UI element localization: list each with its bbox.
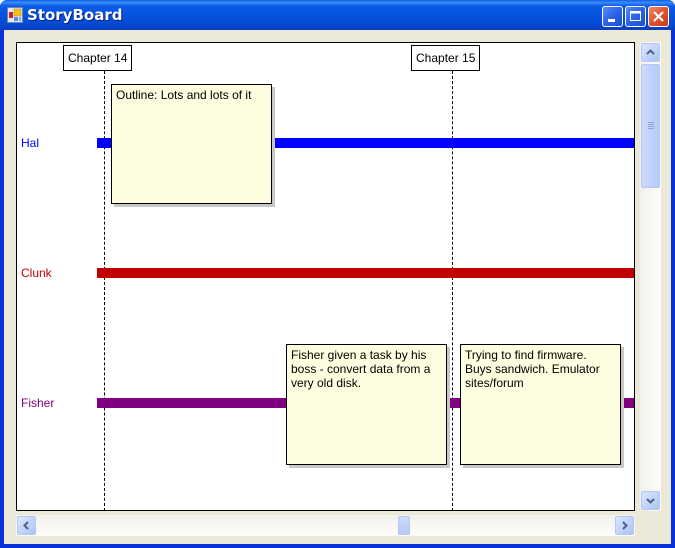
maximize-button[interactable]: [625, 6, 646, 27]
client-area: Chapter 14 Chapter 15 Hal Clunk Fisher O…: [4, 30, 671, 544]
minimize-button[interactable]: [602, 6, 623, 27]
vertical-scroll-thumb[interactable]: [641, 64, 660, 188]
character-label-hal: Hal: [21, 136, 40, 150]
chevron-right-icon: [622, 521, 628, 530]
character-timeline-clunk[interactable]: [97, 268, 634, 278]
storyboard-app-icon: [7, 7, 23, 23]
storyboard-canvas[interactable]: Chapter 14 Chapter 15 Hal Clunk Fisher O…: [16, 42, 635, 511]
close-icon: [653, 11, 664, 22]
chevron-left-icon: [23, 521, 29, 530]
story-note[interactable]: Trying to find firmware. Buys sandwich. …: [460, 344, 621, 465]
maximize-icon: [630, 11, 641, 21]
chapter-divider-line: [104, 71, 105, 510]
character-label-fisher: Fisher: [21, 396, 55, 410]
scroll-right-button[interactable]: [615, 516, 634, 535]
chevron-down-icon: [646, 498, 655, 504]
window-title: StoryBoard: [27, 6, 123, 24]
chevron-up-icon: [646, 49, 655, 55]
close-button[interactable]: [648, 6, 669, 27]
horizontal-scrollbar[interactable]: [16, 515, 635, 536]
title-bar[interactable]: StoryBoard: [0, 0, 675, 30]
story-note[interactable]: Outline: Lots and lots of it: [111, 84, 272, 204]
scroll-down-button[interactable]: [641, 491, 660, 510]
minimize-icon: [608, 19, 615, 22]
scroll-up-button[interactable]: [641, 43, 660, 62]
chapter-marker[interactable]: Chapter 14: [63, 45, 133, 71]
chapter-marker[interactable]: Chapter 15: [411, 45, 481, 71]
story-note[interactable]: Fisher given a task by his boss - conver…: [286, 344, 447, 465]
chapter-divider-line: [452, 71, 453, 510]
storyboard-window: StoryBoard Chapter 14 Chapter 15 Hal Clu…: [0, 0, 675, 548]
character-label-clunk: Clunk: [21, 266, 52, 280]
horizontal-scroll-thumb[interactable]: [398, 516, 410, 535]
vertical-scrollbar[interactable]: [640, 42, 661, 511]
scroll-left-button[interactable]: [17, 516, 36, 535]
